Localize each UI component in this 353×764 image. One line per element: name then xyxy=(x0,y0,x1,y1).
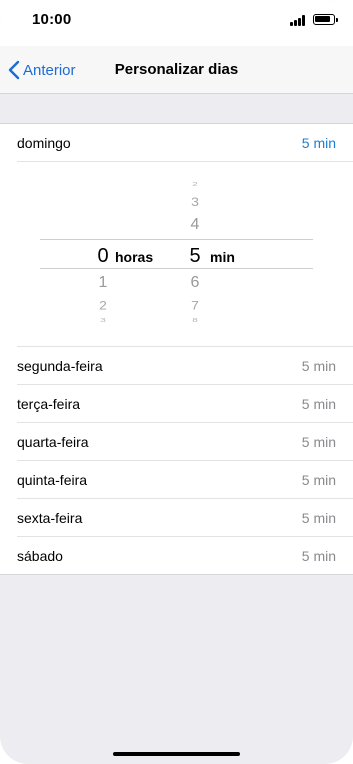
hours-option: 1 xyxy=(98,274,108,291)
day-row-sexta[interactable]: sexta-feira 5 min xyxy=(0,499,353,537)
hours-option: 3 xyxy=(100,317,106,324)
day-label: terça-feira xyxy=(17,396,81,412)
duration-picker[interactable]: 0 horas 1 2 3 2 3 4 5 min 6 7 8 xyxy=(0,162,353,347)
day-label: sábado xyxy=(17,548,63,564)
minutes-option: 3 xyxy=(191,195,199,209)
navigation-bar: Anterior Personalizar dias xyxy=(0,46,353,94)
day-value: 5 min xyxy=(301,396,336,412)
minutes-option: 2 xyxy=(192,181,198,188)
day-label: sexta-feira xyxy=(17,510,83,526)
day-value: 5 min xyxy=(301,510,336,526)
minutes-selected: 5 xyxy=(189,245,201,267)
minutes-unit: min xyxy=(210,249,235,265)
day-value: 5 min xyxy=(301,135,336,151)
minutes-option: 6 xyxy=(190,274,200,291)
hours-option: 2 xyxy=(99,298,107,312)
days-list: domingo 5 min 0 horas 1 2 3 2 3 4 5 min … xyxy=(0,123,353,575)
day-value: 5 min xyxy=(301,358,336,374)
phone-screen: 10:00 Anterior Personalizar dias domingo… xyxy=(0,0,353,764)
minutes-option: 8 xyxy=(192,317,198,324)
minutes-option: 7 xyxy=(191,298,199,312)
day-row-quarta[interactable]: quarta-feira 5 min xyxy=(0,423,353,461)
status-time: 10:00 xyxy=(32,11,72,28)
day-value: 5 min xyxy=(301,434,336,450)
battery-icon xyxy=(313,14,338,25)
day-value: 5 min xyxy=(301,472,336,488)
day-row-domingo[interactable]: domingo 5 min xyxy=(0,124,353,162)
day-label: domingo xyxy=(17,135,71,151)
page-title: Personalizar dias xyxy=(114,61,239,78)
minutes-option: 4 xyxy=(190,216,200,233)
day-row-segunda[interactable]: segunda-feira 5 min xyxy=(0,347,353,385)
day-label: quinta-feira xyxy=(17,472,88,488)
home-indicator[interactable] xyxy=(113,752,240,756)
day-label: segunda-feira xyxy=(17,358,103,374)
day-row-terca[interactable]: terça-feira 5 min xyxy=(0,385,353,423)
day-row-sabado[interactable]: sábado 5 min xyxy=(0,537,353,575)
hours-unit: horas xyxy=(115,249,154,265)
day-label: quarta-feira xyxy=(17,434,89,450)
cellular-signal-icon xyxy=(290,15,308,26)
day-value: 5 min xyxy=(301,548,336,564)
day-row-quinta[interactable]: quinta-feira 5 min xyxy=(0,461,353,499)
hours-selected: 0 xyxy=(97,245,109,267)
status-bar: 10:00 xyxy=(0,0,353,46)
picker-selection-band xyxy=(40,239,313,269)
